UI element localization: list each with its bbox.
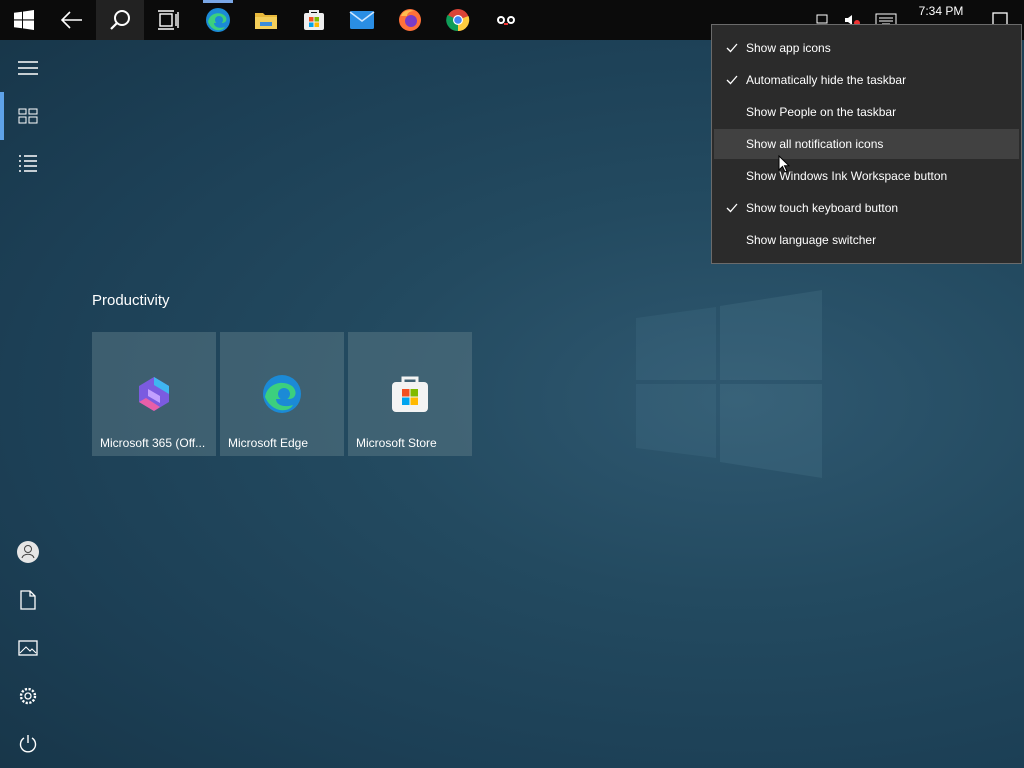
menu-item-show-touch-keyboard[interactable]: Show touch keyboard button	[714, 193, 1019, 223]
file-explorer-taskbar-icon[interactable]	[242, 0, 290, 40]
edge-taskbar-icon[interactable]	[194, 0, 242, 40]
user-icon	[17, 541, 39, 563]
settings-button[interactable]	[0, 672, 56, 720]
firefox-icon	[399, 9, 421, 31]
expand-menu-button[interactable]	[0, 44, 56, 92]
store-taskbar-icon[interactable]	[290, 0, 338, 40]
hamburger-icon	[18, 61, 38, 75]
store-icon	[392, 376, 428, 412]
document-icon	[20, 590, 36, 610]
task-view-button[interactable]	[144, 0, 192, 40]
pictures-button[interactable]	[0, 624, 56, 672]
chrome-icon	[446, 9, 470, 32]
tile-label: Microsoft Edge	[228, 436, 309, 450]
menu-item-show-app-icons[interactable]: Show app icons	[714, 33, 1019, 63]
tile-microsoft-365[interactable]: Microsoft 365 (Off...	[92, 332, 216, 456]
gear-icon	[19, 687, 37, 705]
menu-item-label: Show touch keyboard button	[746, 201, 899, 215]
tile-microsoft-store[interactable]: Microsoft Store	[348, 332, 472, 456]
power-icon	[19, 735, 37, 753]
tile-microsoft-edge[interactable]: Microsoft Edge	[220, 332, 344, 456]
checkmark-icon	[726, 75, 738, 85]
edge-icon	[263, 375, 301, 413]
menu-item-label: Show all notification icons	[746, 137, 884, 151]
power-button[interactable]	[0, 720, 56, 768]
menu-item-show-windows-ink[interactable]: Show Windows Ink Workspace button	[714, 161, 1019, 191]
clock-time[interactable]: 7:34 PM	[906, 4, 976, 18]
mouse-cursor-icon	[778, 155, 790, 173]
tiles-icon	[18, 108, 38, 124]
mail-icon	[349, 11, 375, 29]
taskbar-context-menu: Show app icons Automatically hide the ta…	[711, 24, 1022, 264]
menu-item-label: Show People on the taskbar	[746, 105, 897, 119]
microsoft-365-icon	[139, 377, 169, 411]
tile-label: Microsoft 365 (Off...	[100, 436, 206, 450]
menu-item-auto-hide-taskbar[interactable]: Automatically hide the taskbar	[714, 65, 1019, 95]
checkmark-icon	[726, 43, 738, 53]
app-taskbar-icon[interactable]	[482, 0, 530, 40]
documents-button[interactable]	[0, 576, 56, 624]
pinned-tiles-button[interactable]	[0, 92, 56, 140]
tile-label: Microsoft Store	[356, 436, 437, 450]
start-button[interactable]	[0, 0, 48, 40]
menu-item-show-people[interactable]: Show People on the taskbar	[714, 97, 1019, 127]
menu-item-show-language-switcher[interactable]: Show language switcher	[714, 225, 1019, 255]
menu-item-label: Show Windows Ink Workspace button	[746, 169, 948, 183]
search-button[interactable]	[96, 0, 144, 40]
all-apps-button[interactable]	[0, 140, 56, 188]
mail-taskbar-icon[interactable]	[338, 0, 386, 40]
menu-item-show-all-notification-icons[interactable]: Show all notification icons	[714, 129, 1019, 159]
checkmark-icon	[726, 203, 738, 213]
windows-logo-icon	[14, 10, 34, 30]
menu-item-label: Show language switcher	[746, 233, 877, 247]
edge-icon	[206, 8, 230, 32]
menu-item-label: Show app icons	[746, 41, 831, 55]
search-icon	[110, 10, 130, 30]
picture-icon	[18, 640, 38, 656]
windows-wallpaper-logo	[636, 290, 822, 478]
chrome-taskbar-icon[interactable]	[434, 0, 482, 40]
task-view-icon	[158, 10, 179, 30]
start-left-rail	[0, 40, 56, 768]
back-button[interactable]	[48, 0, 96, 40]
back-arrow-icon	[61, 11, 82, 29]
folder-icon	[255, 13, 277, 29]
list-icon	[19, 155, 37, 172]
firefox-taskbar-icon[interactable]	[386, 0, 434, 40]
penguin-app-icon	[497, 16, 515, 25]
menu-item-label: Automatically hide the taskbar	[746, 73, 907, 87]
group-title-productivity[interactable]: Productivity	[92, 292, 170, 309]
user-account-button[interactable]	[0, 528, 56, 576]
store-icon	[304, 10, 324, 30]
